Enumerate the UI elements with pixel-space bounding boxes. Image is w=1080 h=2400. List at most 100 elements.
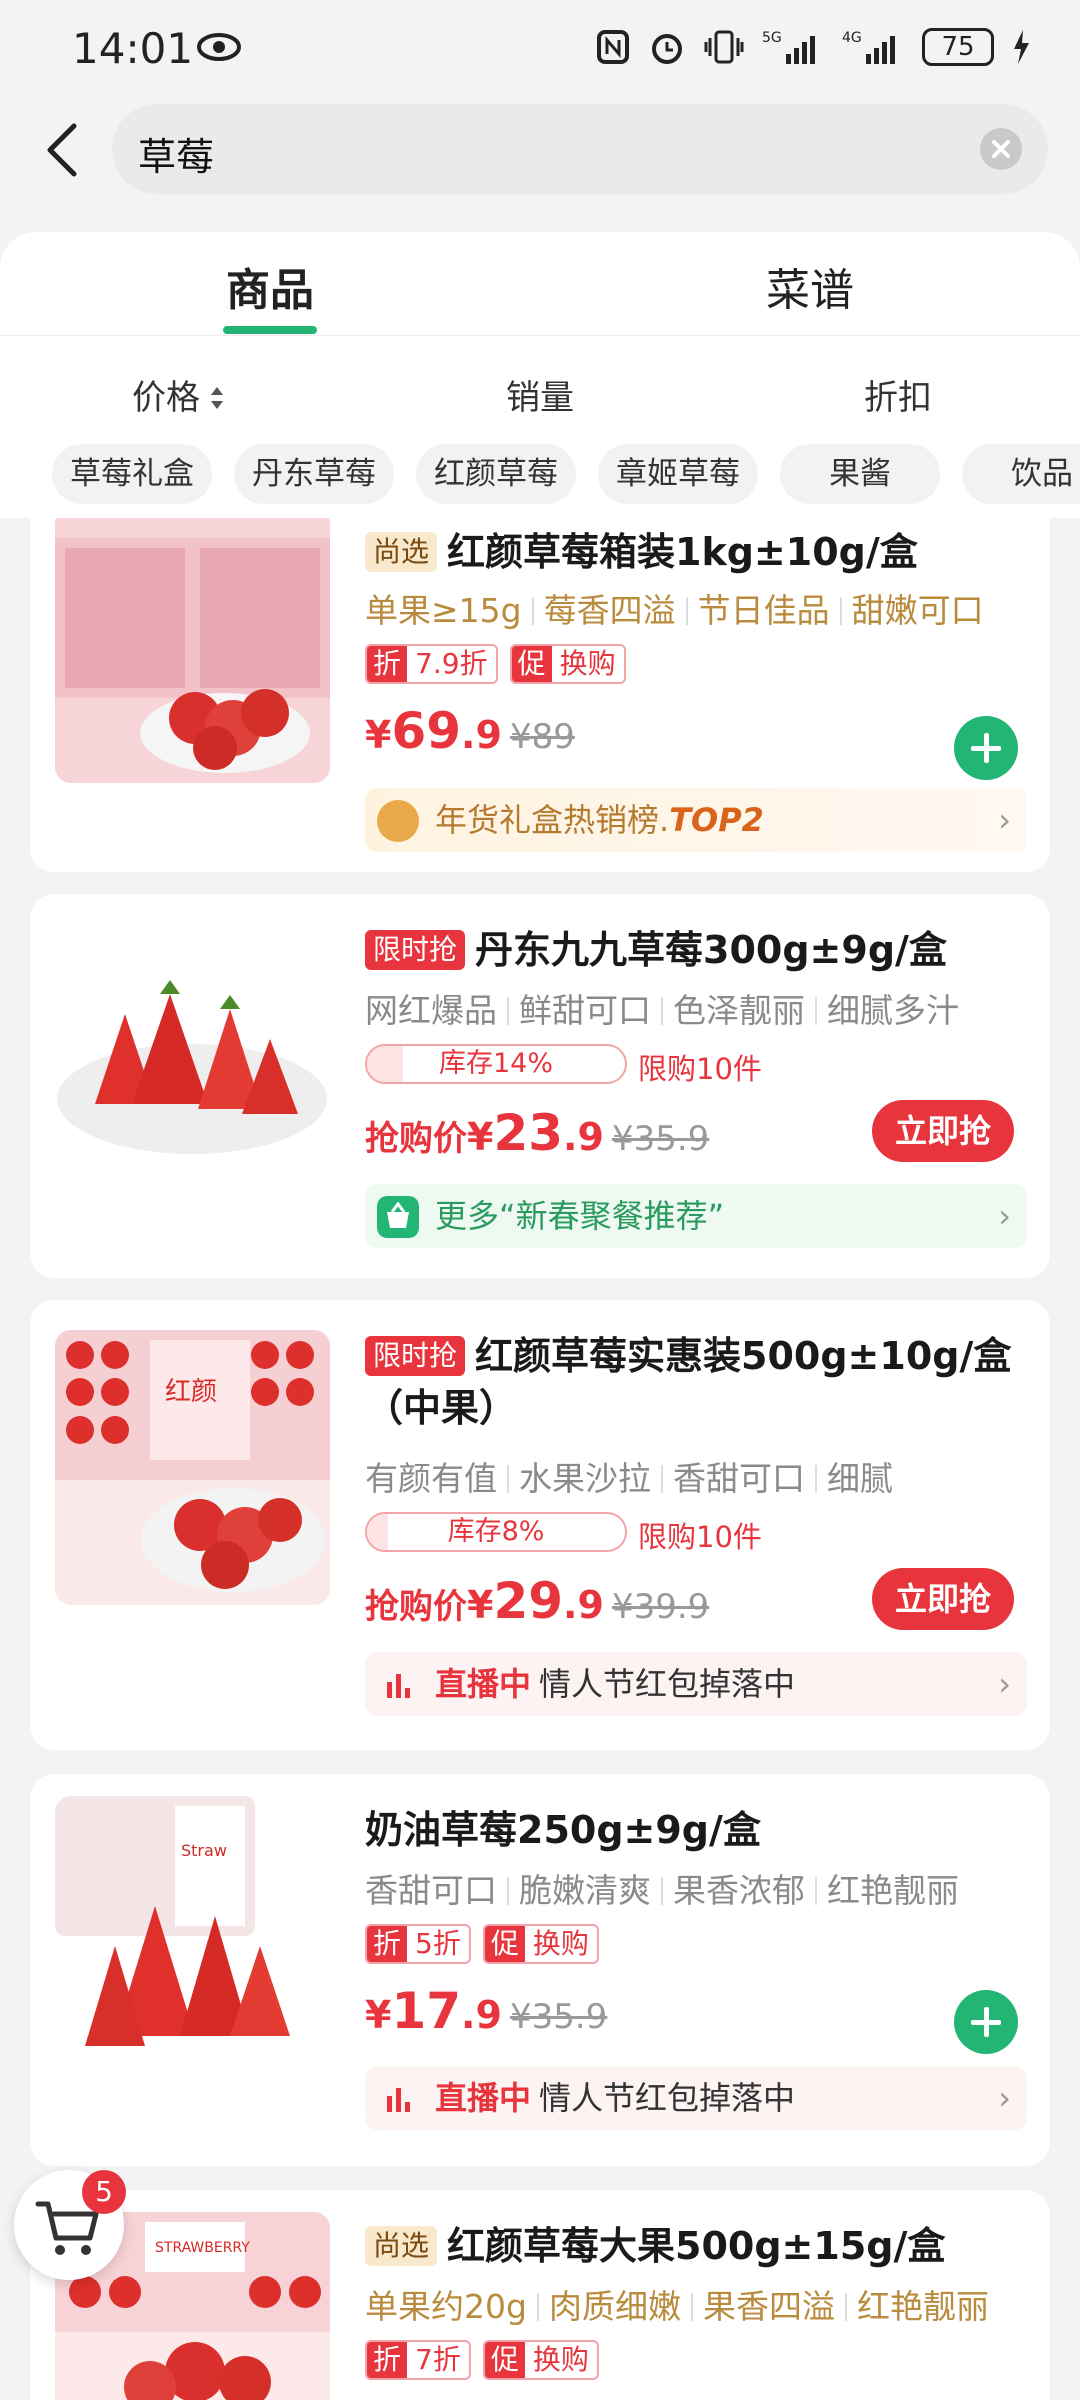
chip-hongyan[interactable]: 红颜草莓 bbox=[416, 444, 576, 504]
rank-top: TOP2 bbox=[669, 801, 764, 839]
svg-text:STRAWBERRY: STRAWBERRY bbox=[155, 2240, 250, 2256]
stock-progress: 库存8% bbox=[365, 1512, 627, 1552]
promo-key: 折 bbox=[367, 646, 408, 682]
product-card[interactable]: 限时抢 丹东九九草莓300g±9g/盒 网红爆品 鲜甜可口 色泽靓丽 细腻多汁 库存14… bbox=[30, 894, 1050, 1278]
currency: ¥ bbox=[365, 713, 392, 757]
price-label: 抢购价 bbox=[365, 1119, 467, 1159]
recommend-banner[interactable]: 更多“新春聚餐推荐” › bbox=[365, 1184, 1027, 1248]
select-badge: 尚选 bbox=[365, 2226, 438, 2266]
product-image[interactable] bbox=[55, 934, 330, 1209]
currency: ¥ bbox=[467, 1583, 494, 1627]
rank-banner[interactable]: 年货礼盒热销榜.TOP2 › bbox=[365, 788, 1027, 852]
chip-dandong[interactable]: 丹东草莓 bbox=[234, 444, 394, 504]
signal-4g-icon: 4G bbox=[842, 30, 895, 64]
status-icons: 5G 4G 75 bbox=[596, 28, 1030, 66]
filter-chips: 草莓礼盒 丹东草莓 红颜草莓 章姬草莓 果酱 饮品 bbox=[0, 436, 1080, 518]
exchange-promo: 促换购 bbox=[509, 644, 626, 684]
product-image[interactable]: Straw bbox=[55, 1796, 330, 2071]
exchange-promo: 促换购 bbox=[482, 1924, 599, 1964]
add-to-cart-button[interactable] bbox=[954, 1990, 1018, 2054]
currency: ¥ bbox=[467, 1115, 494, 1159]
product-image[interactable]: 红颜 bbox=[55, 1330, 330, 1605]
grab-now-button[interactable]: 立即抢 bbox=[872, 1568, 1014, 1630]
tag: 肉质细嫩 bbox=[548, 2287, 681, 2326]
original-price: ¥39.9 bbox=[611, 1587, 710, 1627]
promo-tags: 折 7折 促换购 bbox=[365, 2340, 599, 2380]
product-tags: 有颜有值 水果沙拉 香甜可口 细腻 bbox=[365, 1452, 893, 1500]
banner-text: 情人节红包掉落中 bbox=[539, 1665, 796, 1703]
add-to-cart-button[interactable] bbox=[954, 716, 1018, 780]
result-tabs: 商品 菜谱 bbox=[0, 232, 1080, 336]
svg-text:Straw: Straw bbox=[181, 1841, 227, 1860]
product-title-text: 红颜草莓大果500g±15g/盒 bbox=[447, 2224, 946, 2268]
sort-sales[interactable]: 销量 bbox=[506, 370, 574, 419]
chip-drinks[interactable]: 饮品 bbox=[962, 444, 1080, 504]
discount-promo: 折 7.9折 bbox=[365, 644, 498, 684]
tag: 节日佳品 bbox=[697, 591, 830, 630]
product-title[interactable]: 奶油草莓250g±9g/盒 bbox=[365, 1804, 1025, 1856]
tab-products[interactable]: 商品 bbox=[226, 254, 314, 318]
promo-tags: 折 7.9折 促换购 bbox=[365, 644, 626, 684]
chip-gift-box[interactable]: 草莓礼盒 bbox=[52, 444, 212, 504]
product-image[interactable] bbox=[55, 518, 330, 783]
sort-price[interactable]: 价格 bbox=[132, 370, 226, 419]
promo-value: 换购 bbox=[559, 647, 616, 680]
basket-icon bbox=[377, 1196, 419, 1238]
status-time: 14:01 bbox=[72, 24, 194, 73]
product-title[interactable]: 限时抢 丹东九九草莓300g±9g/盒 bbox=[365, 924, 1025, 976]
live-banner[interactable]: 直播中 情人节红包掉落中 › bbox=[365, 2066, 1027, 2130]
tag: 水果沙拉 bbox=[519, 1459, 651, 1498]
currency: ¥ bbox=[365, 1993, 392, 2037]
tag: 红艳靓丽 bbox=[827, 1871, 959, 1910]
banner-text: 年货礼盒热销榜. bbox=[435, 801, 670, 839]
product-title-text: 丹东九九草莓300g±9g/盒 bbox=[475, 928, 947, 972]
chevron-right-icon: › bbox=[998, 2079, 1011, 2117]
tag: 色泽靓丽 bbox=[673, 991, 805, 1030]
stock-text: 库存14% bbox=[438, 1048, 553, 1079]
tag: 脆嫩清爽 bbox=[519, 1871, 651, 1910]
chip-jam[interactable]: 果酱 bbox=[780, 444, 940, 504]
product-title[interactable]: 尚选 红颜草莓大果500g±15g/盒 bbox=[365, 2220, 1025, 2272]
eye-icon bbox=[197, 33, 241, 61]
promo-value: 5折 bbox=[415, 1927, 461, 1960]
product-card[interactable]: 尚选 红颜草莓箱装1kg±10g/盒 单果≥15g 莓香四溢 节日佳品 甜嫩可口 折 7.… bbox=[30, 518, 1050, 872]
original-price: ¥35.9 bbox=[509, 1997, 608, 2037]
sort-bar: 价格 销量 折扣 bbox=[0, 336, 1080, 436]
chevron-right-icon: › bbox=[998, 801, 1011, 839]
price-label: 抢购价 bbox=[365, 1587, 467, 1627]
chip-zhangji[interactable]: 章姬草莓 bbox=[598, 444, 758, 504]
tag: 果香四溢 bbox=[702, 2287, 835, 2326]
grab-now-button[interactable]: 立即抢 bbox=[872, 1100, 1014, 1162]
product-card[interactable]: STRAWBERRY 尚选 红颜草莓大果500g±15g/盒 单果约20g 肉质细嫩… bbox=[30, 2190, 1050, 2400]
battery-indicator: 75 bbox=[922, 28, 994, 66]
promo-key: 折 bbox=[367, 2342, 408, 2378]
product-card[interactable]: 红颜 限时抢 红颜草莓实惠装500g±10g/盒（中果） 有颜有值 水果沙拉 香甜可口… bbox=[30, 1300, 1050, 1750]
select-badge: 尚选 bbox=[365, 532, 438, 572]
status-bar: 14:01 5G 4G 75 bbox=[0, 0, 1080, 100]
price-decimal: .9 bbox=[563, 1583, 604, 1627]
svg-text:5G: 5G bbox=[762, 30, 782, 46]
product-title-text: 红颜草莓箱装1kg±10g/盒 bbox=[447, 530, 918, 574]
chevron-right-icon: › bbox=[998, 1197, 1011, 1235]
product-title[interactable]: 尚选 红颜草莓箱装1kg±10g/盒 bbox=[365, 526, 1025, 578]
product-tags: 单果约20g 肉质细嫩 果香四溢 红艳靓丽 bbox=[365, 2280, 989, 2328]
live-banner[interactable]: 直播中 情人节红包掉落中 › bbox=[365, 1652, 1027, 1716]
live-label: 直播中 bbox=[435, 1665, 532, 1703]
product-title[interactable]: 限时抢 红颜草莓实惠装500g±10g/盒（中果） bbox=[365, 1330, 1025, 1434]
clear-search-icon[interactable] bbox=[980, 128, 1022, 170]
tag: 细腻 bbox=[827, 1459, 893, 1498]
search-input[interactable]: 草莓 bbox=[112, 104, 1048, 194]
sort-discount[interactable]: 折扣 bbox=[864, 370, 932, 419]
promo-value: 换购 bbox=[532, 1927, 589, 1960]
product-card[interactable]: Straw 奶油草莓250g±9g/盒 香甜可口 脆嫩清爽 果香浓郁 红艳靓丽 折 5折… bbox=[30, 1774, 1050, 2166]
search-query: 草莓 bbox=[138, 135, 215, 179]
tab-recipes[interactable]: 菜谱 bbox=[766, 254, 854, 318]
original-price: ¥89 bbox=[509, 717, 575, 757]
flash-sale-badge: 限时抢 bbox=[365, 930, 466, 970]
live-icon bbox=[387, 2088, 410, 2112]
promo-tags: 折 5折 促换购 bbox=[365, 1924, 599, 1964]
product-price: ¥69.9 ¥89 bbox=[365, 702, 575, 760]
price-decimal: .9 bbox=[461, 1993, 502, 2037]
discount-promo: 折 5折 bbox=[365, 1924, 471, 1964]
back-icon[interactable] bbox=[42, 120, 82, 180]
